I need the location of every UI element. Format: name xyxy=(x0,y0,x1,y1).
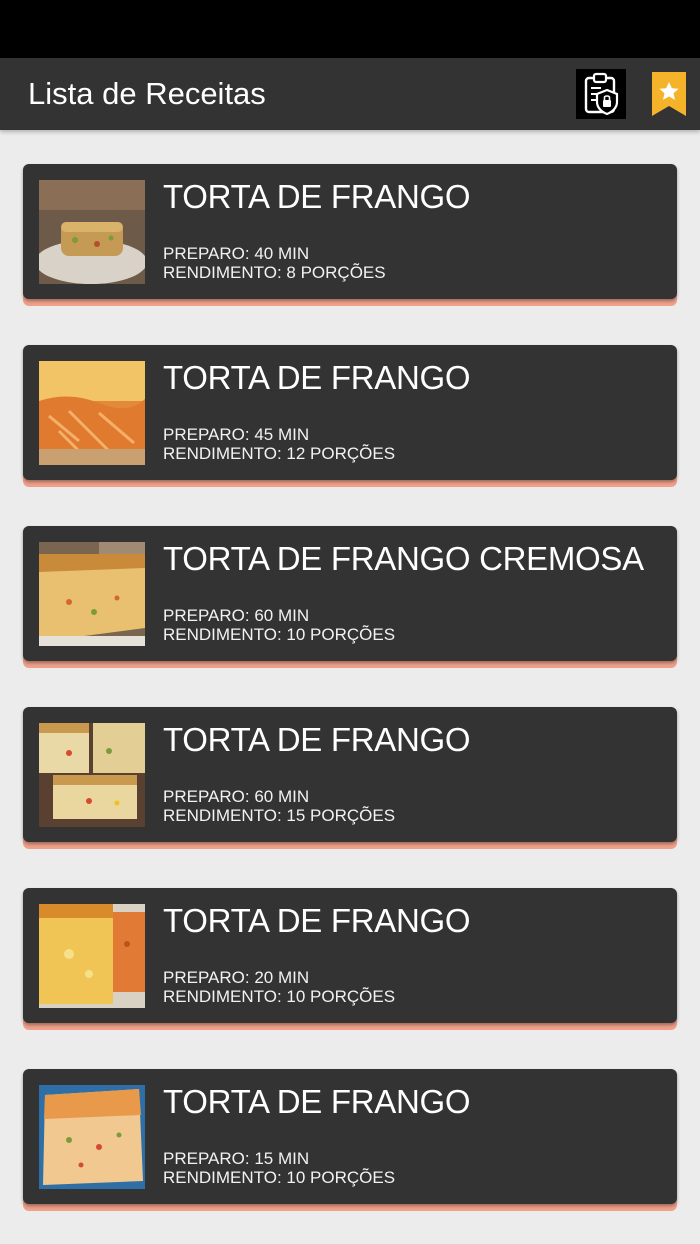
recipe-yield: RENDIMENTO: 8 PORÇÕES xyxy=(163,263,386,282)
recipe-yield: RENDIMENTO: 10 PORÇÕES xyxy=(163,987,396,1006)
recipe-thumbnail xyxy=(39,542,145,646)
favorites-button[interactable] xyxy=(650,72,688,118)
status-bar xyxy=(0,0,700,58)
recipe-card[interactable]: TORTA DE FRANGO PREPARO: 40 MIN RENDIMEN… xyxy=(23,164,677,306)
recipe-title: TORTA DE FRANGO xyxy=(163,721,471,758)
recipe-yield: RENDIMENTO: 10 PORÇÕES xyxy=(163,1168,396,1187)
privacy-policy-button[interactable] xyxy=(576,69,626,119)
recipe-title: TORTA DE FRANGO xyxy=(163,1083,471,1120)
recipe-thumbnail xyxy=(39,904,145,1008)
recipe-card[interactable]: TORTA DE FRANGO PREPARO: 60 MIN RENDIMEN… xyxy=(23,707,677,849)
app-bar: Lista de Receitas xyxy=(0,58,700,130)
recipe-prep-time: PREPARO: 60 MIN xyxy=(163,606,310,625)
recipe-thumbnail xyxy=(39,723,145,827)
recipe-title: TORTA DE FRANGO xyxy=(163,902,471,939)
recipe-yield: RENDIMENTO: 15 PORÇÕES xyxy=(163,806,396,825)
recipe-thumbnail xyxy=(39,180,145,284)
recipe-card[interactable]: TORTA DE FRANGO PREPARO: 45 MIN RENDIMEN… xyxy=(23,345,677,487)
recipe-thumbnail xyxy=(39,361,145,465)
recipe-thumbnail xyxy=(39,1085,145,1189)
recipe-prep-time: PREPARO: 20 MIN xyxy=(163,968,310,987)
recipe-prep-time: PREPARO: 15 MIN xyxy=(163,1149,310,1168)
recipe-prep-time: PREPARO: 45 MIN xyxy=(163,425,310,444)
recipe-card[interactable]: TORTA DE FRANGO CREMOSA PREPARO: 60 MIN … xyxy=(23,526,677,668)
recipe-title: TORTA DE FRANGO CREMOSA xyxy=(163,540,644,577)
recipe-card[interactable]: TORTA DE FRANGO PREPARO: 20 MIN RENDIMEN… xyxy=(23,888,677,1030)
recipe-yield: RENDIMENTO: 10 PORÇÕES xyxy=(163,625,396,644)
page-title: Lista de Receitas xyxy=(28,76,266,111)
recipe-title: TORTA DE FRANGO xyxy=(163,359,471,396)
recipe-prep-time: PREPARO: 40 MIN xyxy=(163,244,310,263)
recipe-prep-time: PREPARO: 60 MIN xyxy=(163,787,310,806)
recipe-title: TORTA DE FRANGO xyxy=(163,178,471,215)
recipe-card[interactable]: TORTA DE FRANGO PREPARO: 15 MIN RENDIMEN… xyxy=(23,1069,677,1211)
star-bookmark-icon xyxy=(652,72,686,116)
recipe-yield: RENDIMENTO: 12 PORÇÕES xyxy=(163,444,396,463)
clipboard-lock-icon xyxy=(584,72,619,116)
